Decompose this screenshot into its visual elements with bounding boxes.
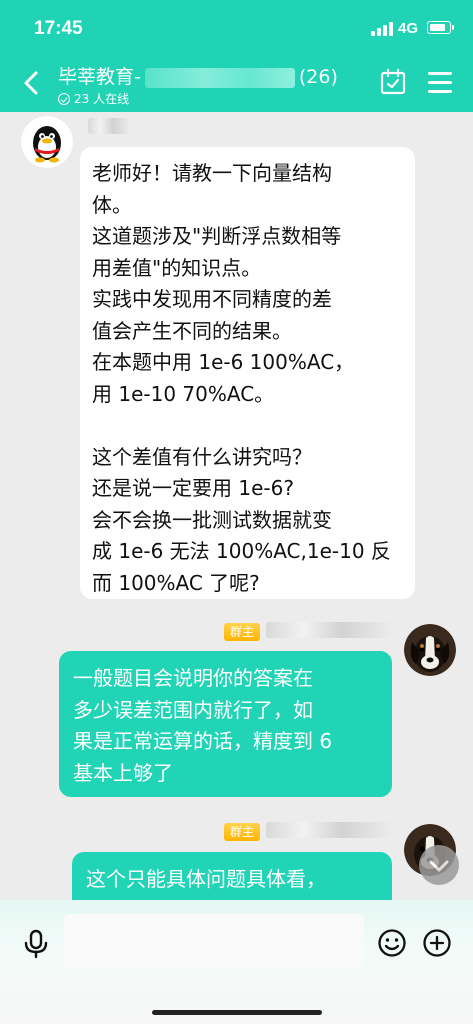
more-actions-button[interactable] <box>422 928 452 958</box>
scroll-to-bottom-button[interactable] <box>419 845 459 885</box>
online-count: 23 人在线 <box>74 92 130 106</box>
smiley-icon <box>378 929 406 957</box>
voice-button[interactable] <box>22 929 50 959</box>
home-indicator <box>152 1010 322 1015</box>
plus-circle-icon <box>423 929 451 957</box>
group-owner-badge: 群主 <box>224 823 260 841</box>
emoji-button[interactable] <box>377 928 407 958</box>
back-button[interactable] <box>18 68 46 98</box>
online-status: 23 人在线 <box>58 90 129 107</box>
dog-avatar-icon <box>404 624 456 676</box>
sender-avatar[interactable] <box>404 624 456 676</box>
status-time: 17:45 <box>34 18 83 39</box>
message-bubble[interactable]: 一般题目会说明你的答案在 多少误差范围内就行了，如 果是正常运算的话，精度到 6… <box>59 651 392 797</box>
chat-header: 17:45 4G 毕莘教育- (26) 23 人在线 <box>0 0 473 112</box>
sender-name-redaction <box>266 822 392 838</box>
microphone-icon <box>24 929 48 959</box>
sender-name-redaction <box>266 622 392 638</box>
online-check-icon <box>58 92 70 105</box>
chat-title-prefix: 毕莘教育- <box>58 66 141 88</box>
message-bubble[interactable]: 老师好！请教一下向量结构 体。 这道题涉及"判断浮点数相等 用差值"的知识点。 … <box>80 147 415 599</box>
penguin-avatar-icon <box>21 116 73 168</box>
sender-avatar[interactable] <box>21 116 73 168</box>
group-owner-badge: 群主 <box>224 623 260 641</box>
calendar-check-icon <box>380 68 406 95</box>
chat-member-count: (26) <box>298 66 338 88</box>
signal-icon <box>371 22 393 36</box>
chevron-down-icon <box>429 860 449 872</box>
menu-button[interactable] <box>428 70 454 94</box>
title-redaction <box>144 67 295 88</box>
network-label: 4G <box>398 20 419 37</box>
chevron-left-icon <box>24 71 38 95</box>
chat-title[interactable]: 毕莘教育- (26) <box>58 62 338 89</box>
calendar-button[interactable] <box>379 68 407 96</box>
status-bar: 17:45 4G <box>0 0 473 58</box>
sender-name-redaction <box>88 118 130 134</box>
message-input[interactable] <box>64 914 364 968</box>
battery-icon <box>427 21 454 34</box>
